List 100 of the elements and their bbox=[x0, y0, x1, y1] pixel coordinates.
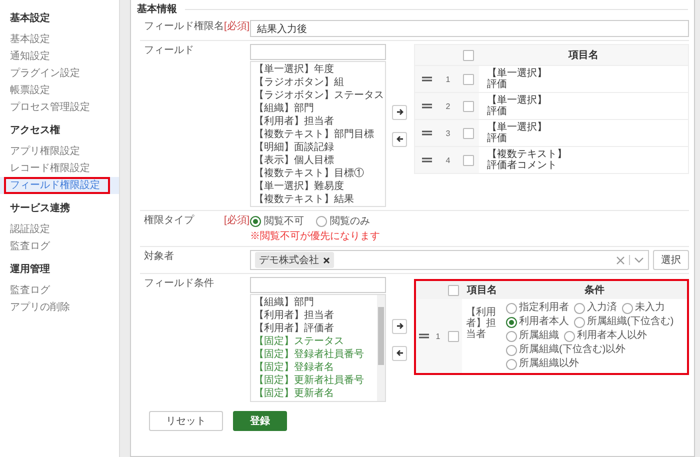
search-field[interactable] bbox=[250, 44, 386, 60]
radio-label[interactable]: 閲覧のみ bbox=[330, 214, 370, 228]
column-header: 条件 bbox=[584, 284, 606, 297]
radio-label[interactable]: 所属組織(下位含む)以外 bbox=[519, 344, 626, 356]
move-left-button[interactable] bbox=[392, 132, 407, 146]
radio-label[interactable]: 閲覧不可 bbox=[264, 214, 304, 228]
field-name: 評価 bbox=[487, 106, 508, 117]
field-label: 権限タイプ bbox=[143, 214, 194, 228]
radio-button[interactable] bbox=[506, 302, 517, 314]
row-number: 1 bbox=[444, 74, 452, 84]
chevron-down-icon[interactable] bbox=[634, 256, 644, 264]
scrollbar[interactable] bbox=[377, 295, 385, 401]
radio-label[interactable]: 所属組織 bbox=[519, 330, 559, 342]
arrow-right-icon bbox=[396, 322, 404, 330]
row-number: 2 bbox=[444, 102, 452, 110]
table-cell: 【利用者】担当者 bbox=[462, 299, 502, 373]
list-item[interactable]: 【複数テキスト】目標① bbox=[251, 167, 385, 180]
register-button[interactable]: 登録 bbox=[233, 411, 287, 431]
clear-icon[interactable] bbox=[616, 256, 625, 264]
radio-label[interactable]: 入力済 bbox=[587, 302, 617, 314]
sidebar-item[interactable]: フィールド権限設定 bbox=[0, 177, 119, 194]
list-item[interactable]: 【固定】登録者社員番号 bbox=[251, 348, 377, 361]
list-item[interactable]: 【組織】部門 bbox=[251, 296, 377, 309]
sidebar-item[interactable]: プロセス管理設定 bbox=[0, 99, 119, 116]
radio-label[interactable]: 所属組織(下位含む) bbox=[587, 316, 674, 328]
list-item[interactable]: 【ラジオボタン】ステータス bbox=[251, 89, 385, 102]
sidebar-item[interactable]: プラグイン設定 bbox=[0, 65, 119, 82]
field-type: 【単一選択】 bbox=[487, 122, 548, 133]
column-header: 項目名 bbox=[466, 284, 498, 297]
list-item[interactable]: 【単一選択】年度 bbox=[251, 63, 385, 76]
row-number: 3 bbox=[444, 128, 452, 138]
radio-button[interactable] bbox=[574, 302, 585, 314]
tag-select[interactable]: デモ株式会社 bbox=[250, 250, 649, 270]
field-type: 【単一選択】 bbox=[487, 68, 548, 79]
list-item[interactable]: 【利用者】評価者 bbox=[251, 322, 377, 335]
checkbox[interactable] bbox=[462, 100, 474, 112]
radio-button[interactable] bbox=[506, 358, 517, 370]
list-item[interactable]: 【固定】登録者名 bbox=[251, 361, 377, 374]
radio-button[interactable] bbox=[506, 330, 517, 342]
drag-handle-icon[interactable] bbox=[422, 129, 432, 137]
list-item[interactable]: 【組織】部門 bbox=[251, 102, 385, 115]
row-number: 4 bbox=[444, 156, 452, 164]
sidebar-item[interactable]: アプリの削除 bbox=[0, 299, 119, 316]
radio-button[interactable] bbox=[564, 330, 575, 342]
sidebar-item[interactable]: 基本設定 bbox=[0, 31, 119, 48]
radio-button[interactable] bbox=[316, 216, 327, 226]
checkbox[interactable] bbox=[448, 284, 458, 296]
move-right-button[interactable] bbox=[392, 104, 407, 120]
row-number: 1 bbox=[434, 332, 442, 340]
section-title: 基本情報 bbox=[137, 2, 177, 16]
list-item[interactable]: 【明細】面談記録 bbox=[251, 141, 385, 154]
list-item[interactable]: 【ラジオボタン】組 bbox=[251, 76, 385, 89]
radio-label[interactable]: 利用者本人以外 bbox=[577, 330, 647, 342]
reset-button[interactable]: リセット bbox=[149, 411, 223, 431]
sidebar-item[interactable]: 監査ログ bbox=[0, 238, 119, 255]
sidebar-item[interactable]: 認証設定 bbox=[0, 221, 119, 238]
arrow-left-icon bbox=[396, 135, 404, 143]
move-right-button[interactable] bbox=[392, 318, 407, 334]
list-item[interactable]: 【表示】個人目標 bbox=[251, 154, 385, 167]
radio-button[interactable] bbox=[250, 216, 261, 226]
list-item[interactable]: 【固定】更新者名 bbox=[251, 387, 377, 400]
radio-label[interactable]: 指定利用者 bbox=[519, 302, 569, 314]
radio-label[interactable]: 所属組織以外 bbox=[519, 358, 579, 370]
sidebar-item[interactable]: 監査ログ bbox=[0, 282, 119, 299]
checkbox[interactable] bbox=[448, 330, 458, 342]
drag-handle-icon[interactable] bbox=[422, 156, 432, 164]
radio-label[interactable]: 利用者本人 bbox=[519, 316, 569, 328]
radio-button[interactable] bbox=[574, 316, 585, 328]
select-button[interactable]: 選択 bbox=[653, 250, 689, 270]
search-field[interactable] bbox=[250, 277, 386, 293]
checkbox[interactable] bbox=[462, 74, 474, 84]
radio-button[interactable] bbox=[506, 316, 517, 328]
drag-handle-icon[interactable] bbox=[422, 102, 432, 110]
sidebar-item[interactable]: 帳票設定 bbox=[0, 82, 119, 99]
list-item[interactable]: 【複数テキスト】結果 bbox=[251, 193, 385, 206]
list-item[interactable]: 【固定】更新者社員番号 bbox=[251, 374, 377, 387]
sidebar-item[interactable]: アプリ権限設定 bbox=[0, 143, 119, 160]
radio-label[interactable]: 未入力 bbox=[635, 302, 665, 314]
list-item[interactable]: 【複数テキスト】部門目標 bbox=[251, 128, 385, 141]
tag-chip[interactable]: デモ株式会社 bbox=[255, 252, 334, 268]
field-type: 【複数テキスト】 bbox=[487, 149, 568, 160]
list-item[interactable]: 【利用者】担当者 bbox=[251, 115, 385, 128]
remove-icon[interactable] bbox=[323, 256, 330, 264]
sidebar-item[interactable]: レコード権限設定 bbox=[0, 160, 119, 177]
warning-note: ※閲覧不可が優先になります bbox=[250, 230, 380, 243]
drag-handle-icon[interactable] bbox=[422, 75, 432, 83]
move-left-button[interactable] bbox=[392, 346, 407, 360]
checkbox[interactable] bbox=[462, 128, 474, 138]
list-item[interactable]: 【利用者】担当者 bbox=[251, 309, 377, 322]
list-item[interactable]: 【固定】ステータス bbox=[251, 335, 377, 348]
field-type: 【単一選択】 bbox=[487, 95, 548, 106]
checkbox[interactable] bbox=[462, 50, 474, 60]
sidebar-item[interactable]: 通知設定 bbox=[0, 48, 119, 65]
field-name: 評価 bbox=[487, 133, 508, 144]
drag-handle-icon[interactable] bbox=[419, 332, 429, 340]
text-field[interactable]: 結果入力後 bbox=[250, 20, 689, 37]
radio-button[interactable] bbox=[622, 302, 633, 314]
radio-button[interactable] bbox=[506, 344, 517, 356]
list-item[interactable]: 【単一選択】難易度 bbox=[251, 180, 385, 193]
checkbox[interactable] bbox=[462, 154, 474, 166]
